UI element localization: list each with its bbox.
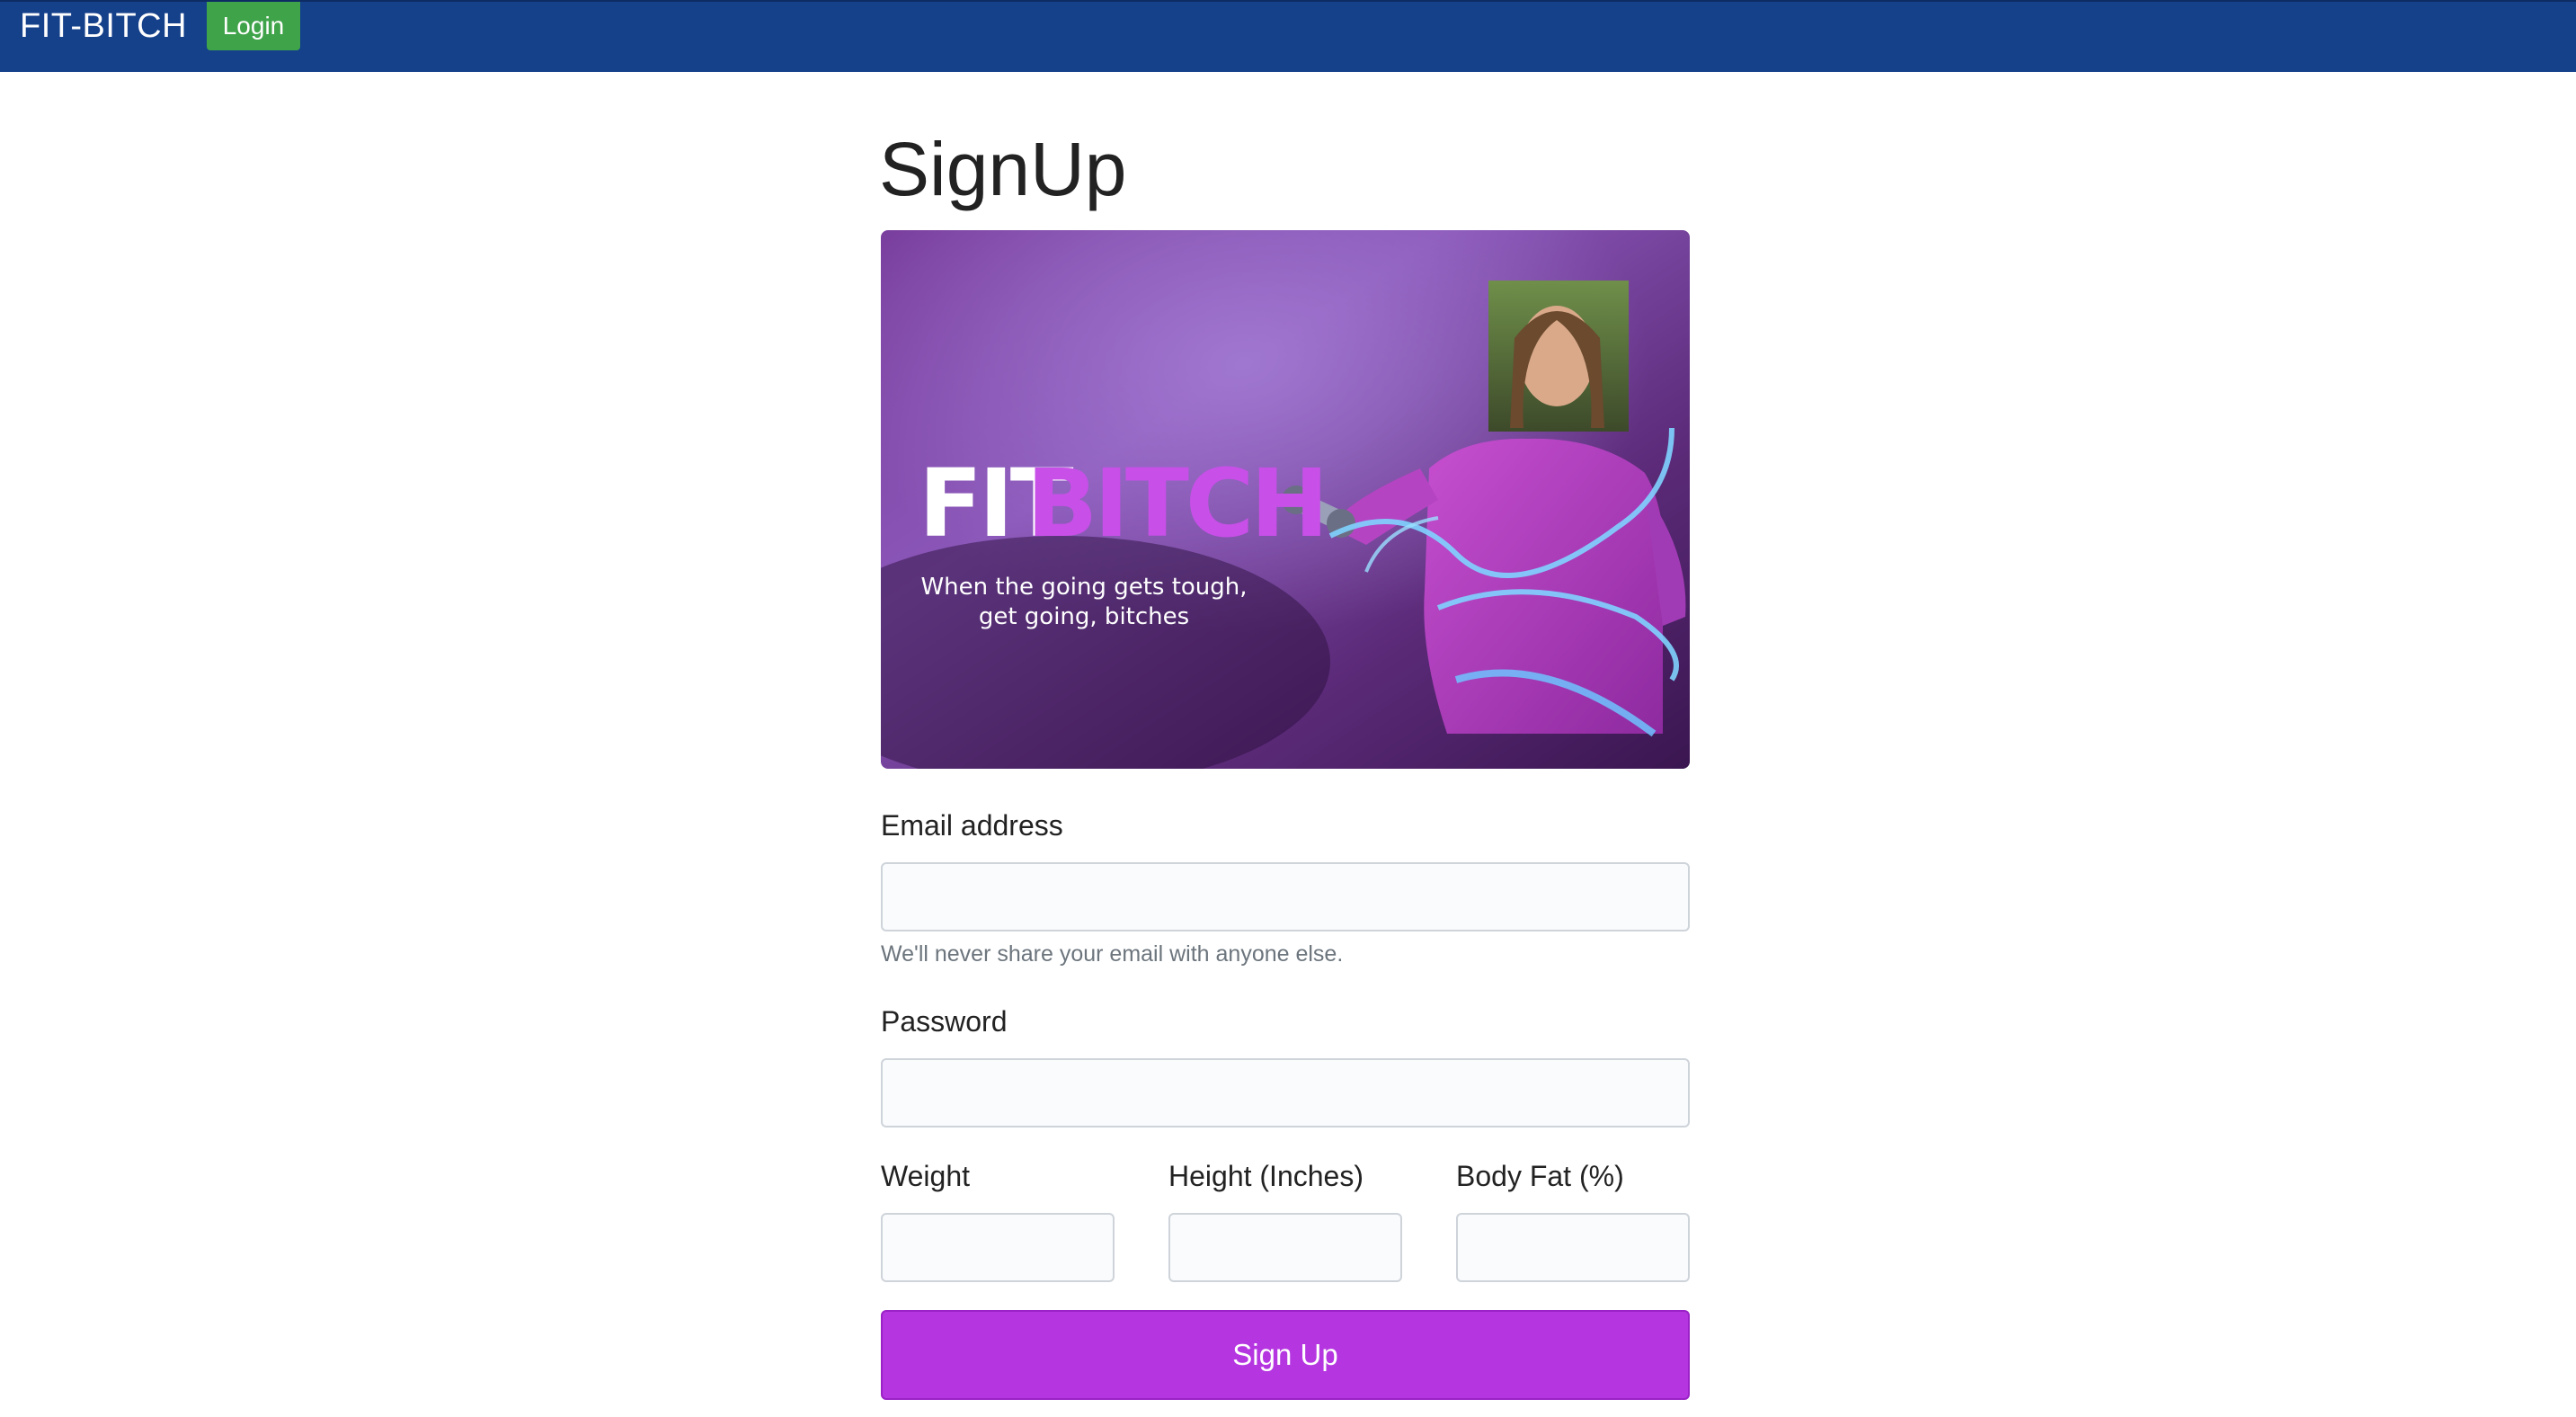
hero-tagline-line2: get going, bitches bbox=[979, 603, 1189, 630]
password-input[interactable] bbox=[881, 1058, 1690, 1127]
email-help-text: We'll never share your email with anyone… bbox=[881, 941, 1344, 967]
page-title: SignUp bbox=[879, 127, 1127, 211]
hero-logo-bitch: BITCH bbox=[1026, 449, 1325, 558]
hero-banner-graphic: FIT BITCH When the going gets tough, get… bbox=[881, 230, 1690, 769]
email-input[interactable] bbox=[881, 862, 1690, 931]
login-button[interactable]: Login bbox=[207, 2, 300, 50]
height-label: Height (Inches) bbox=[1168, 1160, 1364, 1192]
weight-input[interactable] bbox=[881, 1213, 1115, 1282]
bodyfat-input[interactable] bbox=[1456, 1213, 1690, 1282]
hero-banner-image: FIT BITCH When the going gets tough, get… bbox=[881, 230, 1690, 769]
hero-tagline-line1: When the going gets tough, bbox=[920, 574, 1247, 601]
brand-link[interactable]: FIT-BITCH bbox=[20, 7, 187, 46]
password-label: Password bbox=[881, 1005, 1008, 1038]
height-input[interactable] bbox=[1168, 1213, 1402, 1282]
top-navbar: FIT-BITCH Login bbox=[0, 0, 2576, 72]
weight-label: Weight bbox=[881, 1160, 971, 1192]
email-label: Email address bbox=[881, 809, 1063, 842]
bodyfat-label: Body Fat (%) bbox=[1456, 1160, 1624, 1192]
signup-button[interactable]: Sign Up bbox=[881, 1310, 1690, 1400]
